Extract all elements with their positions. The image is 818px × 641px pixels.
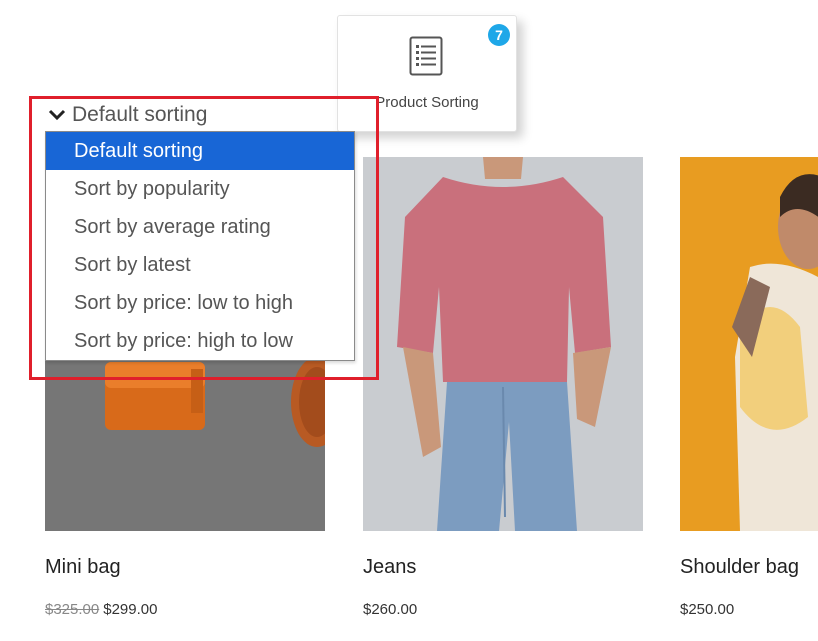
sort-option-popularity[interactable]: Sort by popularity: [46, 170, 354, 208]
jeans-photo: [363, 157, 643, 531]
sort-select-value: Default sorting: [72, 103, 208, 126]
sort-options-list: Default sorting Sort by popularity Sort …: [45, 131, 355, 361]
chevron-down-icon: [48, 109, 66, 121]
product-price-mini-bag: $325.00 $299.00: [45, 601, 157, 618]
product-title-jeans[interactable]: Jeans: [363, 556, 416, 579]
sort-option-latest[interactable]: Sort by latest: [46, 246, 354, 284]
product-price-jeans: $260.00: [363, 601, 418, 618]
shop-page: Mini bag $325.00 $299.00 Jeans $260.00 Sh…: [0, 0, 818, 641]
sort-option-rating[interactable]: Sort by average rating: [46, 208, 354, 246]
list-icon: [409, 36, 443, 81]
widget-badge: 7: [488, 24, 510, 46]
sort-option-price-asc[interactable]: Sort by price: low to high: [46, 284, 354, 322]
shoulder-bag-photo: [680, 157, 818, 531]
product-title-shoulder-bag[interactable]: Shoulder bag: [680, 556, 799, 579]
sort-option-price-desc[interactable]: Sort by price: high to low: [46, 322, 354, 360]
product-price-shoulder-bag: $250.00: [680, 601, 735, 618]
product-image-shoulder-bag[interactable]: [680, 157, 818, 531]
sort-option-default[interactable]: Default sorting: [46, 132, 354, 170]
sale-price: $299.00: [103, 601, 158, 618]
product-title-mini-bag[interactable]: Mini bag: [45, 556, 121, 579]
sort-select[interactable]: Default sorting: [48, 101, 207, 129]
product-image-jeans[interactable]: [363, 157, 643, 531]
old-price: $325.00: [45, 601, 100, 618]
